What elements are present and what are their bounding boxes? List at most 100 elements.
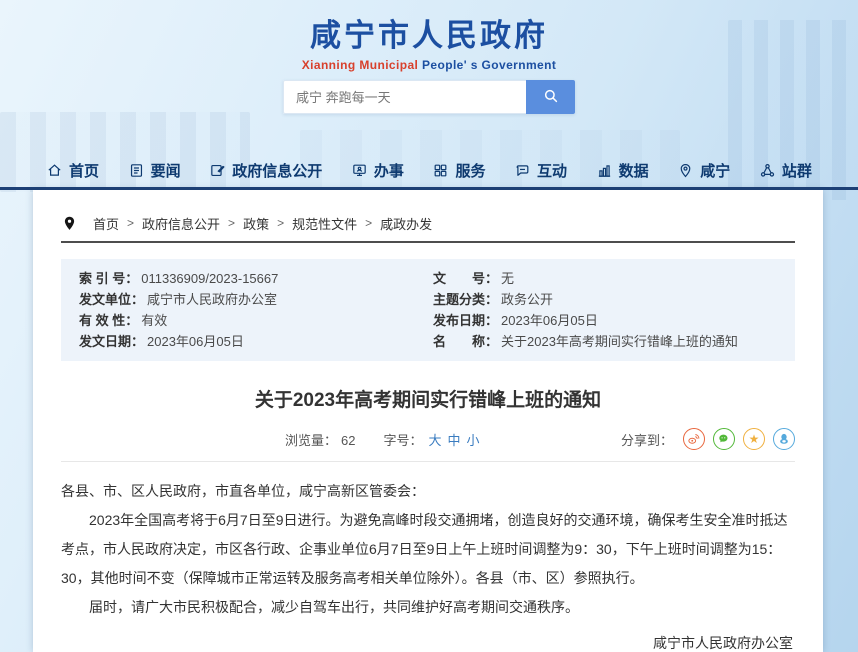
meta-label: 发布日期： <box>433 310 498 331</box>
signature: 咸宁市人民政府办公室 <box>61 629 795 652</box>
font-size-small[interactable]: 小 <box>467 433 480 448</box>
breadcrumb-item-normative-docs[interactable]: 规范性文件 <box>292 214 357 233</box>
site-subtitle-blue: People' s Government <box>418 58 556 72</box>
nav-item-services[interactable]: 服务 <box>432 160 485 181</box>
meta-right-column: 文 号：无 主题分类：政务公开 发布日期：2023年06月05日 名 称：关于2… <box>433 268 777 352</box>
nav-item-gov-info[interactable]: 政府信息公开 <box>209 160 322 181</box>
disclosure-icon <box>209 162 226 179</box>
nav-item-data[interactable]: 数据 <box>596 160 649 181</box>
meta-label: 发文日期： <box>79 331 144 352</box>
meta-label: 有 效 性： <box>79 310 138 331</box>
meta-row-index-number: 索 引 号：011336909/2023-15667 <box>79 268 423 289</box>
meta-value: 关于2023年高考期间实行错峰上班的通知 <box>501 331 738 352</box>
nav-label: 首页 <box>69 160 99 181</box>
wechat-icon[interactable] <box>713 428 735 450</box>
nav-item-home[interactable]: 首页 <box>46 160 99 181</box>
weibo-icon[interactable] <box>683 428 705 450</box>
meta-row-issue-date: 发文日期：2023年06月05日 <box>79 331 423 352</box>
font-size-large[interactable]: 大 <box>429 433 442 448</box>
meta-value: 011336909/2023-15667 <box>141 268 278 289</box>
breadcrumb-separator: > <box>277 216 284 230</box>
font-size-control: 字号： 大中小 <box>383 430 479 449</box>
nav-label: 互动 <box>537 160 567 181</box>
font-size-label: 字号： <box>383 433 422 448</box>
breadcrumb: 首页 > 政府信息公开 > 政策 > 规范性文件 > 咸政办发 <box>61 210 795 236</box>
nav-item-interaction[interactable]: 互动 <box>514 160 567 181</box>
document-meta-table: 索 引 号：011336909/2023-15667 发文单位：咸宁市人民政府办… <box>61 259 795 361</box>
search-button[interactable] <box>526 80 575 114</box>
home-icon <box>46 162 63 179</box>
paragraph-salutation: 各县、市、区人民政府，市直各单位，咸宁高新区管委会： <box>61 477 795 506</box>
meta-row-issuing-unit: 发文单位：咸宁市人民政府办公室 <box>79 289 423 310</box>
site-subtitle: Xianning Municipal People' s Government <box>0 58 858 72</box>
page: 咸宁市人民政府 Xianning Municipal People' s Gov… <box>0 0 858 652</box>
meta-label: 主题分类： <box>433 289 498 310</box>
breadcrumb-item-xzbf[interactable]: 咸政办发 <box>380 214 432 233</box>
meta-value: 有效 <box>141 310 167 331</box>
document-body: 各县、市、区人民政府，市直各单位，咸宁高新区管委会： 2023年全国高考将于6月… <box>61 477 795 652</box>
meta-left-column: 索 引 号：011336909/2023-15667 发文单位：咸宁市人民政府办… <box>79 268 423 352</box>
network-icon <box>759 162 776 179</box>
search-input[interactable] <box>283 80 526 114</box>
meta-value: 咸宁市人民政府办公室 <box>147 289 277 310</box>
meta-label: 名 称： <box>433 331 498 352</box>
meta-row-doc-name: 名 称：关于2023年高考期间实行错峰上班的通知 <box>433 331 777 352</box>
location-pin-icon <box>61 215 78 232</box>
qq-icon[interactable] <box>773 428 795 450</box>
main-nav: 首页 要闻 政府信息公开 办事 服务 互动 数据 咸宁 <box>0 153 858 187</box>
breadcrumb-separator: > <box>228 216 235 230</box>
nav-label: 服务 <box>455 160 485 181</box>
meta-value: 2023年06月05日 <box>147 331 244 352</box>
grid-icon <box>432 162 449 179</box>
meta-row-publish-date: 发布日期：2023年06月05日 <box>433 310 777 331</box>
nav-label: 办事 <box>374 160 404 181</box>
meta-value: 2023年06月05日 <box>501 310 598 331</box>
share-label: 分享到： <box>621 430 673 449</box>
view-count-label: 浏览量： <box>285 433 337 448</box>
nav-label: 咸宁 <box>700 160 730 181</box>
meta-value: 政务公开 <box>501 289 553 310</box>
meta-label: 发文单位： <box>79 289 144 310</box>
nav-label: 站群 <box>782 160 812 181</box>
view-count: 浏览量： 62 <box>285 430 355 449</box>
nav-label: 要闻 <box>151 160 181 181</box>
meta-row-validity: 有 效 性：有效 <box>79 310 423 331</box>
meta-label: 索 引 号： <box>79 268 138 289</box>
nav-item-affairs[interactable]: 办事 <box>351 160 404 181</box>
paragraph-closing: 届时，请广大市民积极配合，减少自驾车出行，共同维护好高考期间交通秩序。 <box>61 593 795 622</box>
meta-label: 文 号： <box>433 268 498 289</box>
nav-label: 政府信息公开 <box>232 160 322 181</box>
chat-icon <box>514 162 531 179</box>
breadcrumb-item-policy[interactable]: 政策 <box>243 214 269 233</box>
site-header: 咸宁市人民政府 Xianning Municipal People' s Gov… <box>0 10 858 72</box>
site-title: 咸宁市人民政府 <box>0 10 858 55</box>
meta-row-doc-number: 文 号：无 <box>433 268 777 289</box>
document-title: 关于2023年高考期间实行错峰上班的通知 <box>61 385 795 412</box>
nav-item-site-group[interactable]: 站群 <box>759 160 812 181</box>
font-size-medium[interactable]: 中 <box>448 433 461 448</box>
news-icon <box>128 162 145 179</box>
breadcrumb-item-home[interactable]: 首页 <box>93 214 119 233</box>
location-icon <box>677 162 694 179</box>
breadcrumb-separator: > <box>127 216 134 230</box>
breadcrumb-item-gov-info[interactable]: 政府信息公开 <box>142 214 220 233</box>
nav-item-xianning[interactable]: 咸宁 <box>677 160 730 181</box>
nav-item-news[interactable]: 要闻 <box>128 160 181 181</box>
document-toolbar: 浏览量： 62 字号： 大中小 分享到： ★ <box>61 428 795 462</box>
search-bar <box>283 80 575 114</box>
star-glyph: ★ <box>749 432 760 446</box>
breadcrumb-divider <box>61 241 795 243</box>
view-count-value: 62 <box>341 433 355 448</box>
breadcrumb-separator: > <box>365 216 372 230</box>
content-card: 首页 > 政府信息公开 > 政策 > 规范性文件 > 咸政办发 索 引 号：01… <box>33 190 823 652</box>
meta-row-topic-category: 主题分类：政务公开 <box>433 289 777 310</box>
search-icon <box>542 87 560 108</box>
site-subtitle-red: Xianning Municipal <box>302 58 419 72</box>
service-desk-icon <box>351 162 368 179</box>
nav-label: 数据 <box>619 160 649 181</box>
share-bar: 分享到： ★ <box>621 428 795 450</box>
qzone-icon[interactable]: ★ <box>743 428 765 450</box>
bar-chart-icon <box>596 162 613 179</box>
meta-value: 无 <box>501 268 514 289</box>
paragraph-main: 2023年全国高考将于6月7日至9日进行。为避免高峰时段交通拥堵，创造良好的交通… <box>61 506 795 593</box>
